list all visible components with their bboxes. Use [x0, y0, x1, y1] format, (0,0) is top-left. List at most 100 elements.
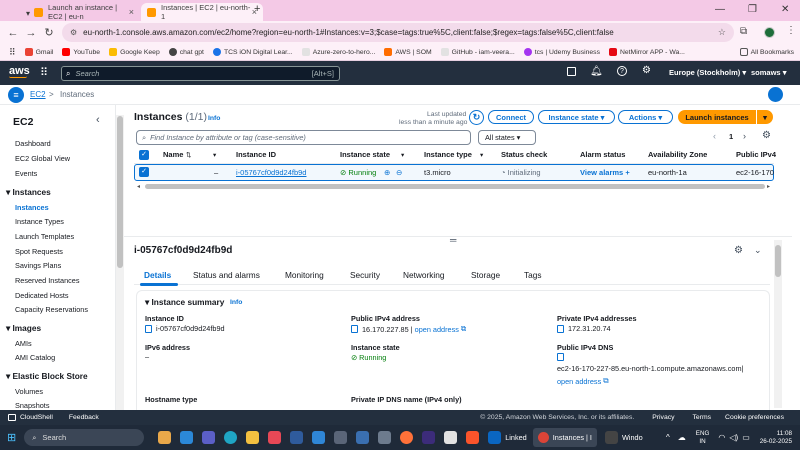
notepad-icon[interactable] [444, 431, 458, 444]
sidebar-item-events[interactable]: Events [15, 169, 37, 178]
sidebar-item-launch-templates[interactable]: Launch Templates [15, 232, 74, 241]
actions-button[interactable]: Actions ▾ [618, 110, 673, 124]
column-header-instance-id[interactable]: Instance ID [236, 150, 276, 159]
instance-state-button[interactable]: Instance state ▾ [538, 110, 615, 124]
cloudshell-icon[interactable] [567, 67, 576, 76]
taskbar-search-input[interactable]: ⌕ Search [24, 429, 145, 446]
bookmark-udemy[interactable]: tcs | Udemy Business [523, 48, 600, 56]
sidebar-section-images[interactable]: ▾ Images [6, 323, 41, 333]
intellij-icon[interactable] [422, 431, 436, 444]
breadcrumb-ec2[interactable]: EC2 [30, 90, 46, 99]
table-settings-gear-icon[interactable]: ⚙ [762, 130, 771, 141]
bookmark-chatgpt[interactable]: chat gpt [168, 48, 204, 56]
terminal-icon[interactable] [604, 431, 618, 444]
tab-tags[interactable]: Tags [524, 270, 542, 280]
bell-icon[interactable]: 🔔︎ [590, 66, 603, 77]
column-header-az[interactable]: Availability Zone [648, 150, 707, 159]
bookmark-azure[interactable]: Azure-zero-to-hero... [301, 48, 375, 56]
refresh-button[interactable]: ↻ [469, 110, 484, 125]
tab-status-alarms[interactable]: Status and alarms [193, 270, 260, 280]
sidebar-item-instance-types[interactable]: Instance Types [15, 217, 64, 226]
address-bar[interactable]: ⚙ eu-north-1.console.aws.amazon.com/ec2/… [62, 23, 734, 42]
profile-avatar[interactable] [764, 27, 775, 38]
next-page-icon[interactable]: › [743, 131, 746, 141]
account-menu[interactable]: somaws ▾ [751, 68, 786, 77]
open-address-link[interactable]: open address [415, 325, 459, 334]
browser-tab-launch[interactable]: Launch an instance | EC2 | eu-n × [28, 3, 140, 21]
app-icon[interactable] [378, 431, 392, 444]
drag-handle-icon[interactable]: ═ [450, 235, 456, 245]
scroll-right-icon[interactable]: ▸ [767, 183, 770, 190]
column-header-ipv4[interactable]: Public IPv4 [736, 150, 776, 159]
tab-networking[interactable]: Networking [403, 270, 445, 280]
scroll-left-icon[interactable]: ◂ [137, 183, 140, 190]
brave-icon[interactable] [466, 431, 480, 444]
detail-collapse-icon[interactable]: ⌄ [754, 245, 762, 256]
back-icon[interactable]: ← [4, 27, 22, 39]
close-icon[interactable]: × [129, 7, 134, 17]
terminal-label[interactable]: Windo [622, 433, 643, 442]
extensions-icon[interactable]: ⧉ [740, 26, 747, 37]
page-number[interactable]: 1 [729, 132, 733, 141]
sidebar-item-reserved[interactable]: Reserved Instances [15, 276, 80, 285]
minimize-icon[interactable]: — [715, 4, 725, 15]
windows-start-icon[interactable]: ⊞ [7, 431, 16, 444]
row-instance-id-link[interactable]: i-05767cf0d9d24fb9d [236, 168, 306, 177]
instance-summary-title[interactable]: ▾ Instance summary [145, 297, 224, 307]
widgets-icon[interactable] [158, 431, 172, 444]
bookmark-netmirror[interactable]: NetMirror APP - Wa... [608, 48, 685, 56]
maximize-icon[interactable]: ❐ [748, 4, 757, 15]
cloudshell-link[interactable]: CloudShell [20, 414, 53, 421]
reload-icon[interactable]: ↻ [40, 26, 58, 39]
wifi-icon[interactable]: ◠ [718, 433, 725, 442]
sidebar-section-instances[interactable]: ▾ Instances [6, 187, 51, 197]
column-header-alarm-status[interactable]: Alarm status [580, 150, 625, 159]
help-panel-icon[interactable] [768, 87, 783, 102]
filter-dropdown-icon[interactable]: ▾ [480, 151, 483, 159]
onedrive-cloud-icon[interactable]: ☁ [678, 433, 686, 442]
detail-scroll-thumb[interactable] [775, 245, 781, 277]
column-header-instance-state[interactable]: Instance state [340, 150, 390, 159]
apps-grid-icon[interactable]: ⠿ [9, 47, 16, 58]
copy-icon[interactable] [351, 325, 358, 333]
tray-chevron-up-icon[interactable]: ^ [666, 433, 670, 442]
instances-info-link[interactable]: Info [208, 115, 220, 122]
aws-search-input[interactable]: ⌕ Search [Alt+S] [61, 66, 340, 81]
bookmark-youtube[interactable]: YouTube [62, 48, 100, 56]
tab-storage[interactable]: Storage [471, 270, 500, 280]
postman-icon[interactable] [400, 431, 414, 444]
vscode-icon[interactable] [312, 431, 326, 444]
file-explorer-icon[interactable] [246, 431, 260, 444]
language-indicator[interactable]: ENG IN [696, 430, 710, 446]
bookmark-keep[interactable]: Google Keep [109, 48, 160, 56]
teams-icon[interactable] [202, 431, 216, 444]
column-header-status-check[interactable]: Status check [501, 150, 547, 159]
tab-security[interactable]: Security [350, 270, 380, 280]
new-tab-button[interactable]: + [254, 3, 260, 15]
copy-icon[interactable] [557, 324, 564, 333]
filter-dropdown-icon[interactable]: ▾ [401, 151, 404, 159]
sidebar-item-savings-plans[interactable]: Savings Plans [15, 261, 61, 270]
sidebar-item-dedicated-hosts[interactable]: Dedicated Hosts [15, 291, 69, 300]
sidebar-item-ami-catalog[interactable]: AMI Catalog [15, 353, 55, 362]
sidebar-item-global-view[interactable]: EC2 Global View [15, 154, 70, 163]
public-dns-open-link[interactable]: open address ⧉ [557, 376, 608, 386]
launch-instances-button[interactable]: Launch instances [678, 110, 756, 124]
volume-icon[interactable]: ◁) [729, 433, 738, 442]
settings-app-icon[interactable] [290, 431, 304, 444]
select-all-checkbox[interactable]: ✓ [139, 150, 149, 160]
cookie-preferences-link[interactable]: Cookie preferences [725, 414, 784, 421]
copy-icon[interactable] [145, 324, 152, 333]
site-info-icon[interactable]: ⚙ [70, 28, 77, 37]
services-grid-icon[interactable]: ⠿ [40, 66, 48, 79]
feedback-link[interactable]: Feedback [69, 414, 99, 421]
external-link-icon[interactable]: ⧉ [461, 324, 466, 334]
column-header-name[interactable]: Name [163, 150, 183, 159]
filter-dropdown-icon[interactable]: ▾ [213, 151, 216, 159]
bookmark-gmail[interactable]: Gmail [24, 48, 53, 56]
terms-link[interactable]: Terms [693, 414, 712, 421]
edge-icon[interactable] [224, 431, 238, 444]
table-horizontal-scrollbar[interactable] [145, 184, 765, 189]
column-header-instance-type[interactable]: Instance type [424, 150, 472, 159]
sort-icon[interactable]: ⇅ [186, 151, 191, 159]
